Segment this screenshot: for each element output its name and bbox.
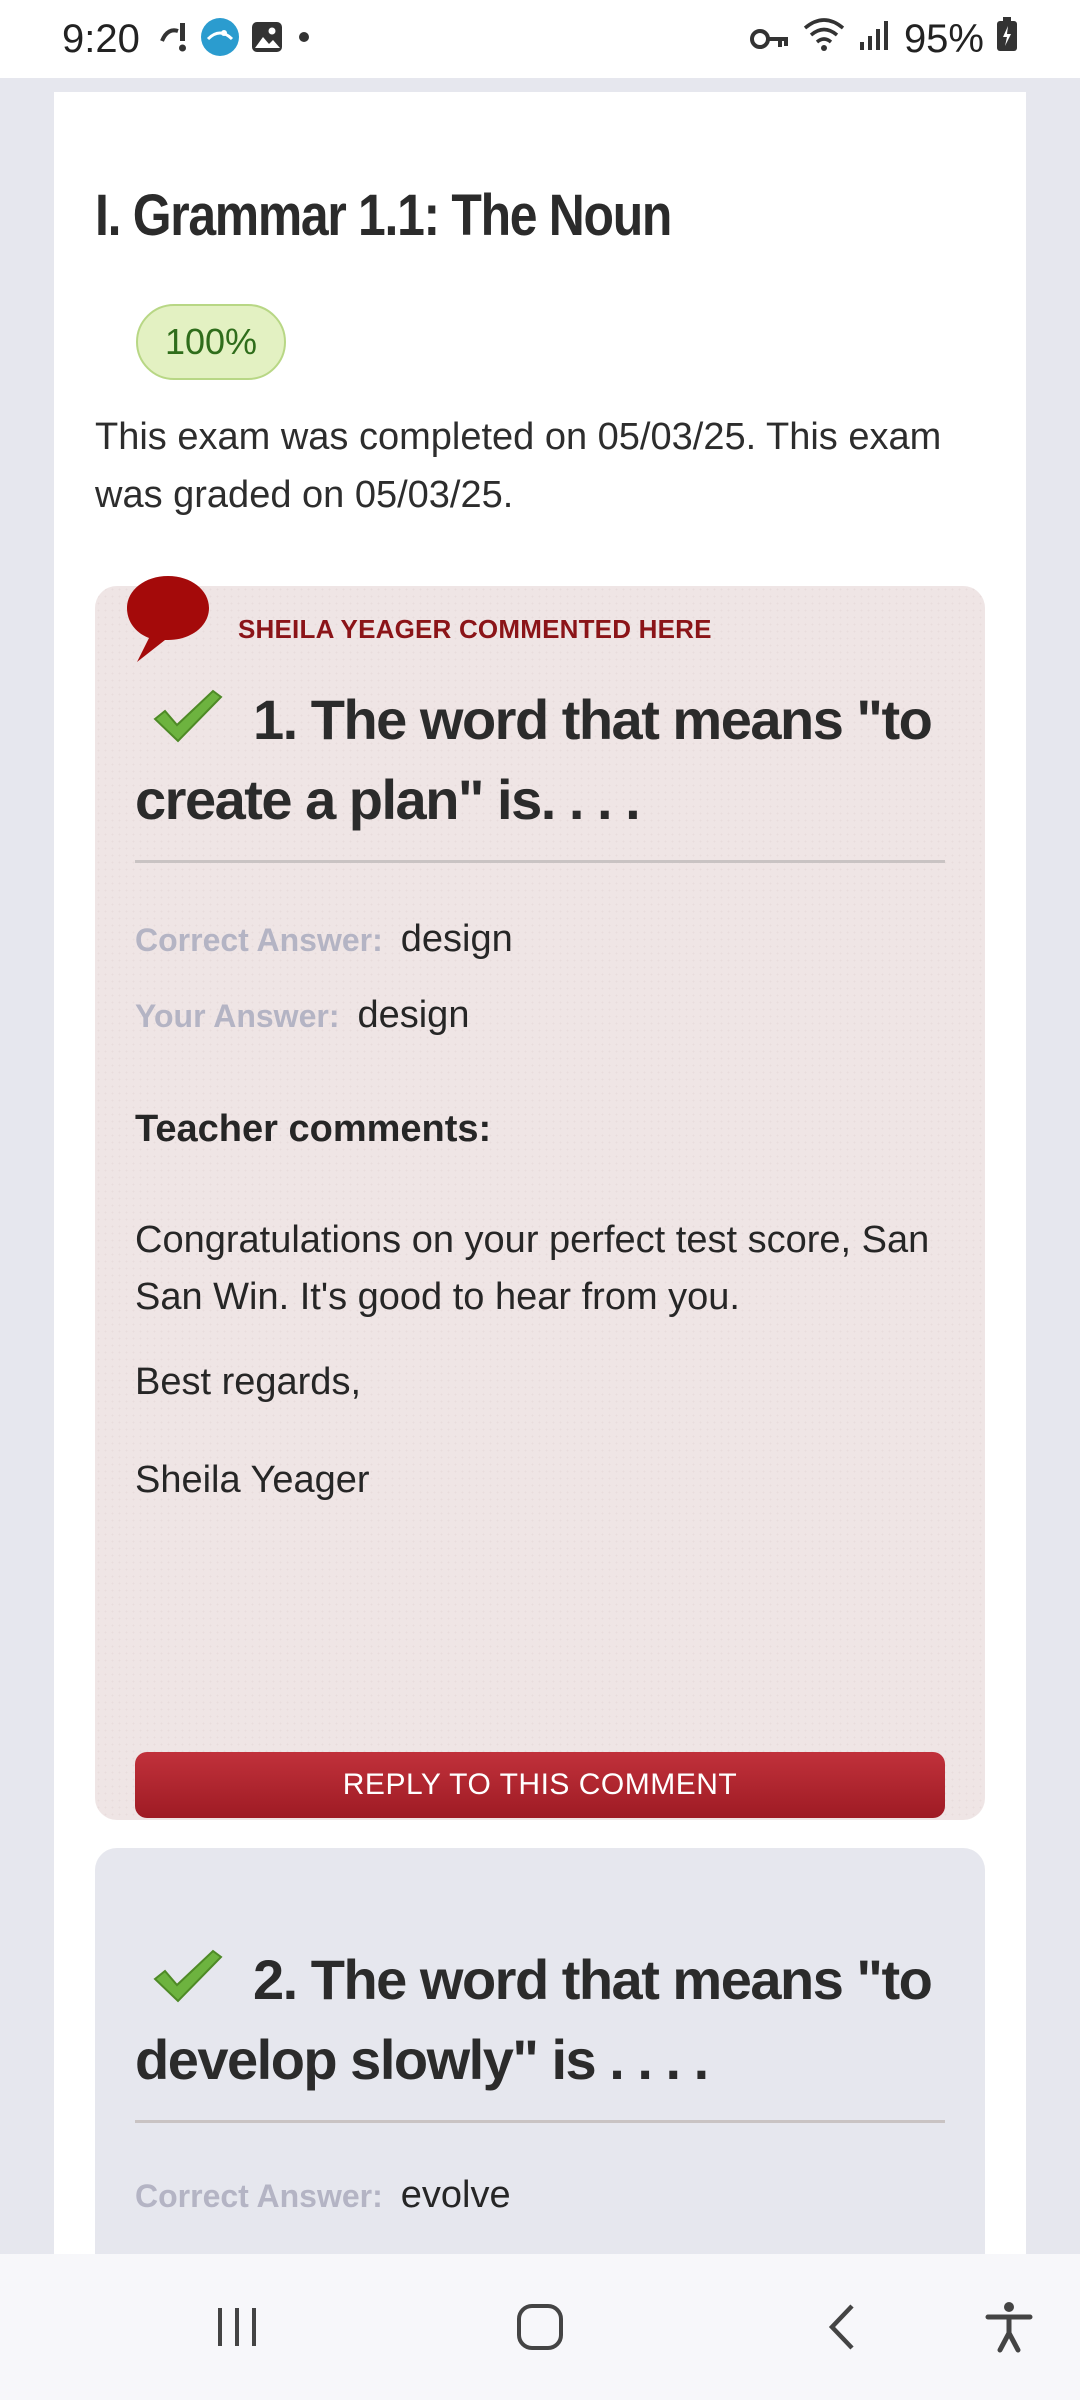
teacher-comments-heading: Teacher comments: — [135, 1108, 492, 1150]
missed-call-icon — [156, 19, 190, 60]
your-answer-label: Your Answer: — [135, 998, 340, 1034]
your-answer-row: Your Answer: design — [135, 994, 469, 1037]
battery-icon — [996, 16, 1018, 62]
divider — [135, 860, 945, 863]
correct-answer-label: Correct Answer: — [135, 2178, 383, 2214]
signal-icon — [858, 17, 892, 62]
your-answer-value: design — [357, 994, 470, 1036]
comment-bubble-icon — [123, 572, 213, 668]
exam-results-page: I. Grammar 1.1: The Noun 100% This exam … — [54, 92, 1026, 2254]
completion-text: This exam was completed on 05/03/25. Thi… — [95, 416, 942, 516]
divider — [135, 2120, 945, 2123]
system-status: 95% — [749, 16, 1018, 62]
question-text: 1. The word that means "to create a plan… — [135, 680, 945, 840]
question-label: 1. The word that means "to create a plan… — [135, 688, 933, 831]
correct-answer-row: Correct Answer: design — [135, 918, 513, 961]
battery-percent: 95% — [903, 16, 984, 61]
correct-answer-value: evolve — [400, 2174, 511, 2216]
page-title: I. Grammar 1.1: The Noun — [95, 183, 672, 248]
back-icon[interactable] — [808, 2292, 878, 2362]
question-label: 2. The word that means "to develop slowl… — [135, 1948, 933, 2091]
app-icon — [200, 17, 240, 62]
notification-icons — [156, 17, 314, 62]
question-text: 2. The word that means "to develop slowl… — [135, 1940, 945, 2100]
vpn-key-icon — [749, 17, 790, 62]
recent-apps-icon[interactable] — [202, 2292, 272, 2362]
score-badge: 100% — [136, 304, 286, 380]
status-time: 9:20 — [62, 16, 140, 61]
question-card-2: 2. The word that means "to develop slowl… — [95, 1848, 985, 2254]
comment-author: SHEILA YEAGER COMMENTED HERE — [238, 614, 712, 644]
correct-answer-value: design — [400, 918, 513, 960]
navigation-bar — [0, 2254, 1080, 2400]
checkmark-icon — [151, 685, 223, 745]
question-card-1: SHEILA YEAGER COMMENTED HERE 1. The word… — [95, 576, 985, 1820]
wifi-icon — [802, 16, 846, 62]
checkmark-icon — [151, 1945, 223, 2005]
gallery-icon — [250, 20, 284, 59]
correct-answer-row: Correct Answer: evolve — [135, 2174, 511, 2217]
status-bar: 9:20 95% — [0, 0, 1080, 78]
home-icon[interactable] — [505, 2292, 575, 2362]
reply-comment-button[interactable]: REPLY TO THIS COMMENT — [135, 1752, 945, 1818]
comment-paragraph: Best regards, — [135, 1361, 361, 1403]
comment-paragraph: Congratulations on your perfect test sco… — [135, 1219, 930, 1318]
comment-paragraph: Sheila Yeager — [135, 1459, 370, 1501]
correct-answer-label: Correct Answer: — [135, 922, 383, 958]
dot-icon — [294, 27, 314, 52]
accessibility-icon[interactable] — [974, 2292, 1044, 2362]
